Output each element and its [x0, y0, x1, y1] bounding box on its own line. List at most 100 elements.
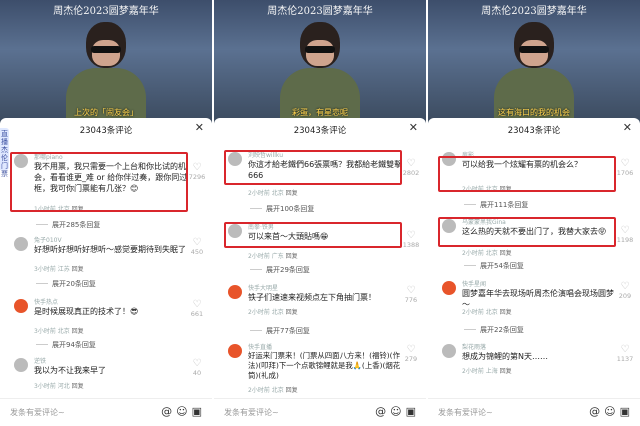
- comment-input[interactable]: 发条有爱评论~: [10, 407, 65, 418]
- comment-item[interactable]: 梨花雨落 想成为锦鲤的第N天…… 2小时前 上海 回复 ♡ 1137: [428, 342, 640, 382]
- comment-username[interactable]: 快手热点: [34, 297, 58, 306]
- comment-item[interactable]: 快手大明星 铁子们速速来视频点左下角抽门票！ 2小时前 北京 回复 ♡ 776: [214, 283, 426, 323]
- highlight-box: [438, 156, 616, 192]
- like-button[interactable]: ♡ 209: [616, 281, 634, 300]
- like-button[interactable]: ♡ 1137: [616, 344, 634, 363]
- like-button[interactable]: ♡ 1706: [616, 158, 634, 177]
- image-icon[interactable]: ▣: [406, 405, 420, 418]
- expand-replies[interactable]: 展开100条回复: [249, 204, 314, 214]
- close-icon[interactable]: ✕: [195, 121, 204, 134]
- like-button[interactable]: ♡ 2802: [402, 158, 420, 177]
- like-count: 450: [190, 248, 204, 256]
- highlight-box: [10, 152, 188, 212]
- image-icon[interactable]: ▣: [620, 405, 634, 418]
- like-button[interactable]: ♡ 661: [188, 299, 206, 318]
- like-button[interactable]: ♡ 1388: [402, 230, 420, 249]
- video-frame[interactable]: 周杰伦2023圆梦嘉年华 彩蛋，有星恋呢: [214, 0, 426, 124]
- like-count: 1198: [616, 236, 634, 244]
- comment-meta: 2小时前 北京 回复: [248, 190, 298, 197]
- screenshot-collage: 周杰伦2023圆梦嘉年华 上次的「闹友会」 直播杰伦门票 23043条评论 ✕ …: [0, 0, 640, 426]
- like-button[interactable]: ♡ 450: [188, 237, 206, 256]
- avatar[interactable]: [14, 299, 28, 313]
- at-icon[interactable]: @: [375, 405, 390, 418]
- expand-replies[interactable]: 展开77条回复: [250, 326, 310, 336]
- image-icon[interactable]: ▣: [192, 405, 206, 418]
- comment-meta: 2小时前 广东 回复: [248, 253, 298, 260]
- video-caption: 周杰伦2023圆梦嘉年华: [53, 6, 159, 17]
- comment-username[interactable]: 快手直播: [248, 342, 272, 351]
- expand-replies[interactable]: 展开94条回复: [36, 340, 96, 350]
- comment-item[interactable]: 逆铁 我以为不让我来早了 3小时前 河北 回复 ♡ 40: [0, 356, 212, 396]
- video-subtitle: 彩蛋，有星恋呢: [292, 108, 348, 117]
- avatar[interactable]: [442, 344, 456, 358]
- comment-username[interactable]: 梨花雨落: [462, 342, 486, 351]
- like-button[interactable]: ♡ 279: [402, 344, 420, 363]
- comment-username[interactable]: 快手大明星: [248, 283, 278, 292]
- expand-replies[interactable]: 展开285条回复: [35, 220, 100, 230]
- comment-count-title: 23043条评论: [507, 126, 561, 136]
- heart-icon: ♡: [620, 158, 630, 169]
- comment-count-title: 23043条评论: [293, 126, 347, 136]
- video-frame[interactable]: 周杰伦2023圆梦嘉年华 上次的「闹友会」: [0, 0, 212, 124]
- comment-item[interactable]: 快手星闻 圆梦嘉年华去现场听周杰伦演唱会现场圆梦～ 2小时前 北京 回复 ♡ 20…: [428, 279, 640, 319]
- video-frame[interactable]: 周杰伦2023圆梦嘉年华 这有海口的我的机会: [428, 0, 640, 124]
- heart-icon: ♡: [620, 344, 630, 355]
- like-count: 40: [192, 369, 202, 377]
- heart-icon: ♡: [192, 299, 202, 310]
- like-count: 2802: [402, 169, 420, 177]
- comment-item[interactable]: 快手热点 是时候展现真正的技术了！😎 3小时前 北京 回复 ♡ 661: [0, 297, 212, 337]
- like-count: 279: [404, 355, 418, 363]
- like-button[interactable]: ♡ 7296: [188, 162, 206, 181]
- emoji-icon[interactable]: ☺: [604, 405, 619, 418]
- like-button[interactable]: ♡ 40: [188, 358, 206, 377]
- heart-icon: ♡: [192, 358, 202, 369]
- expand-replies[interactable]: 展开111条回复: [463, 200, 528, 210]
- comment-input[interactable]: 发条有爱评论~: [224, 407, 279, 418]
- comment-meta: 3小时前 河北 回复: [34, 383, 84, 390]
- avatar[interactable]: [14, 237, 28, 251]
- comment-username[interactable]: 逆铁: [34, 356, 46, 365]
- heart-icon: ♡: [192, 162, 202, 173]
- comment-panel-2: 周杰伦2023圆梦嘉年华 彩蛋，有星恋呢 23043条评论 ✕ 刘映哲willk…: [214, 0, 426, 426]
- comment-text: 好想听好想听好想听～感觉要期待到失眠了: [34, 245, 186, 254]
- comment-item[interactable]: 兔子010V 好想听好想听好想听～感觉要期待到失眠了 3小时前 江苏 回复 ♡ 4…: [0, 235, 212, 275]
- comment-input-bar[interactable]: 发条有爱评论~ @☺▣: [428, 398, 640, 426]
- at-icon[interactable]: @: [161, 405, 176, 418]
- video-caption: 周杰伦2023圆梦嘉年华: [267, 6, 373, 17]
- comment-panel-3: 周杰伦2023圆梦嘉年华 这有海口的我的机会 23043条评论 ✕ 扉影 可以给…: [428, 0, 640, 426]
- heart-icon: ♡: [192, 237, 202, 248]
- like-count: 209: [618, 292, 632, 300]
- comment-input-bar[interactable]: 发条有爱评论~ @☺▣: [0, 398, 212, 426]
- at-icon[interactable]: @: [589, 405, 604, 418]
- like-count: 776: [404, 296, 418, 304]
- avatar[interactable]: [228, 344, 242, 358]
- expand-replies[interactable]: 展开22条回复: [464, 325, 524, 335]
- expand-replies[interactable]: 展开20条回复: [36, 279, 96, 289]
- avatar[interactable]: [228, 285, 242, 299]
- like-count: 1137: [616, 355, 634, 363]
- like-count: 1706: [616, 169, 634, 177]
- heart-icon: ♡: [620, 281, 630, 292]
- like-count: 1388: [402, 241, 420, 249]
- comment-count-title: 23043条评论: [79, 126, 133, 136]
- comment-item[interactable]: 快手直播 好运来门票来！(门票从四面八方来！(福铃)(作法)(叩拜)下一个点歌锦…: [214, 342, 426, 398]
- avatar[interactable]: [14, 358, 28, 372]
- comment-username[interactable]: 兔子010V: [34, 235, 62, 244]
- like-count: 661: [190, 310, 204, 318]
- comment-panel-1: 周杰伦2023圆梦嘉年华 上次的「闹友会」 直播杰伦门票 23043条评论 ✕ …: [0, 0, 212, 426]
- like-button[interactable]: ♡ 776: [402, 285, 420, 304]
- emoji-icon[interactable]: ☺: [390, 405, 405, 418]
- close-icon[interactable]: ✕: [623, 121, 632, 134]
- comment-text: 铁子们速速来视频点左下角抽门票！: [248, 293, 376, 302]
- video-subtitle: 这有海口的我的机会: [498, 108, 570, 117]
- like-button[interactable]: ♡ 1198: [616, 225, 634, 244]
- comment-username[interactable]: 快手星闻: [462, 279, 486, 288]
- expand-replies[interactable]: 展开29条回复: [250, 265, 310, 275]
- comment-text: 好运来门票来！(门票从四面八方来！(福铃)(作法)(叩拜)下一个点歌锦鲤就是我🙏…: [248, 351, 401, 380]
- expand-replies[interactable]: 展开54条回复: [464, 261, 524, 271]
- close-icon[interactable]: ✕: [409, 121, 418, 134]
- avatar[interactable]: [442, 281, 456, 295]
- emoji-icon[interactable]: ☺: [176, 405, 191, 418]
- comment-input-bar[interactable]: 发条有爱评论~ @☺▣: [214, 398, 426, 426]
- comment-input[interactable]: 发条有爱评论~: [438, 407, 493, 418]
